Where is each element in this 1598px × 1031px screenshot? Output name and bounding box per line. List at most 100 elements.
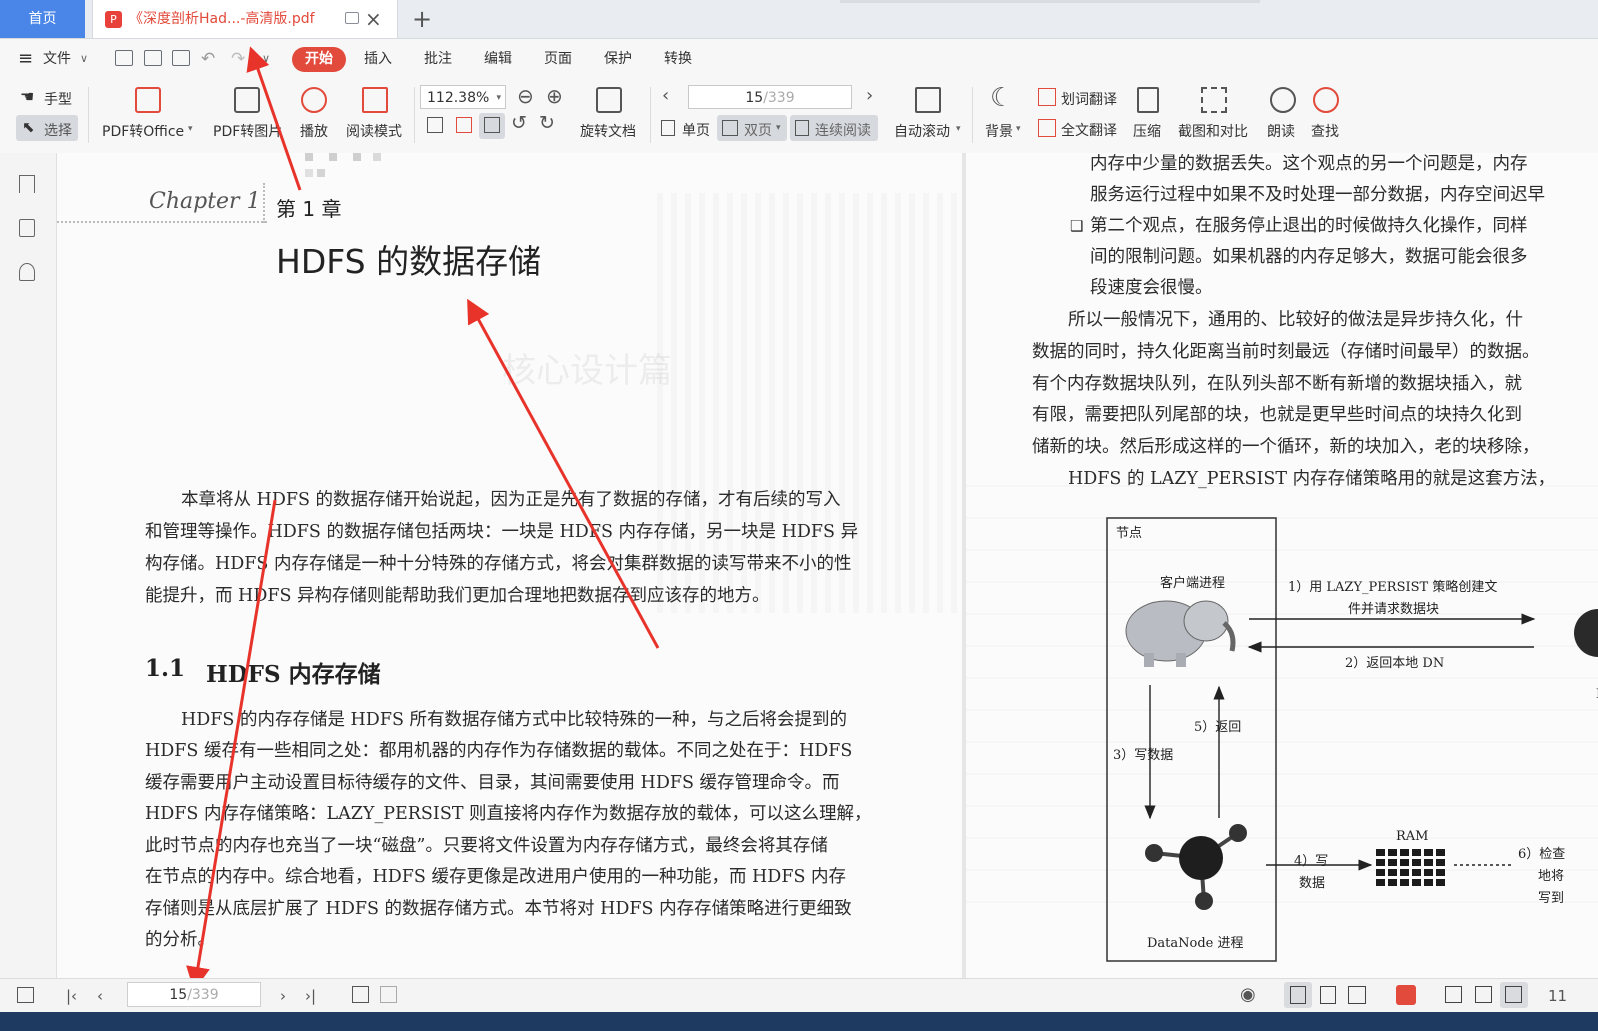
full-translate-icon xyxy=(1038,119,1056,137)
screenshot-compare-button[interactable]: 截图和对比 xyxy=(1178,121,1248,141)
background-dropdown-icon[interactable]: ▾ xyxy=(1016,124,1021,134)
status-page-current: 15 xyxy=(169,987,188,1003)
sidebar-toggle-icon[interactable] xyxy=(17,987,34,1003)
save-icon[interactable] xyxy=(144,50,162,66)
back-icon[interactable] xyxy=(352,986,369,1003)
cursor-icon: ⬉ xyxy=(22,118,35,136)
single-page-icon xyxy=(661,120,675,136)
tab-home[interactable]: 首页 xyxy=(0,0,85,38)
fit-page-icon[interactable] xyxy=(1475,986,1492,1003)
read-mode-button[interactable]: 阅读模式 xyxy=(346,121,402,141)
select-tool-button[interactable]: 选择 xyxy=(44,120,72,140)
first-page-icon[interactable]: |‹ xyxy=(66,987,77,1005)
zoom-out-icon[interactable]: ⊖ xyxy=(517,84,534,108)
print-icon[interactable] xyxy=(172,50,190,66)
annotation-icon[interactable] xyxy=(19,263,35,281)
fit-width-icon[interactable] xyxy=(484,117,500,133)
diagram-step1: 1）用 LAZY_PERSIST 策略创建文 xyxy=(1288,580,1498,595)
menu-convert[interactable]: 转换 xyxy=(664,39,692,79)
screenshot-compare-icon xyxy=(1201,87,1227,113)
menu-start[interactable]: 开始 xyxy=(292,47,346,72)
zoom-level-text[interactable]: 11 xyxy=(1548,987,1567,1005)
forward-icon[interactable] xyxy=(380,986,397,1003)
auto-scroll-button[interactable]: 自动滚动 xyxy=(894,121,950,141)
find-icon xyxy=(1313,87,1339,113)
compress-icon xyxy=(1137,87,1159,113)
prev-page-icon[interactable]: ‹ xyxy=(97,987,103,1005)
diagram-step4: 数据 xyxy=(1299,876,1326,891)
status-page-field[interactable]: 15/339 xyxy=(127,982,261,1007)
menu-page[interactable]: 页面 xyxy=(544,39,572,79)
continuous-read-icon xyxy=(795,120,809,136)
menu-protect[interactable]: 保护 xyxy=(604,39,632,79)
auto-scroll-icon xyxy=(915,87,941,113)
fit-width-icon[interactable] xyxy=(1505,986,1522,1003)
status-bar: |‹ ‹ 15/339 › ›| ◉ 11 xyxy=(0,978,1598,1012)
diagram-step1: 件并请求数据块 xyxy=(1348,602,1440,617)
diagram-ram-label: RAM xyxy=(1396,829,1429,844)
double-page-button[interactable]: 双页 xyxy=(744,120,772,140)
menu-edit[interactable]: 编辑 xyxy=(484,39,512,79)
dropdown-arrow-icon[interactable]: ▾ xyxy=(188,124,193,134)
pdf-page-right: 内存中少量的数据丢失。这个观点的另一个问题是，内存 服务运行过程中如果不及时处理… xyxy=(966,153,1598,978)
read-aloud-button[interactable]: 朗读 xyxy=(1267,121,1295,141)
zoom-dropdown-icon[interactable]: ▾ xyxy=(496,86,501,110)
rotate-right-icon[interactable]: ↻ xyxy=(539,112,555,134)
menu-annotate[interactable]: 批注 xyxy=(424,39,452,79)
full-translate-button[interactable]: 全文翻译 xyxy=(1061,120,1117,140)
open-folder-icon[interactable] xyxy=(115,50,133,66)
rotate-document-button[interactable]: 旋转文档 xyxy=(580,121,636,141)
find-button[interactable]: 查找 xyxy=(1311,121,1339,141)
tab-document[interactable]: P 《深度剖析Had...-高清版.pdf × xyxy=(92,0,398,38)
zoom-in-icon[interactable]: ⊕ xyxy=(546,84,563,108)
new-tab-button[interactable]: + xyxy=(412,0,432,38)
tabbar-decoration xyxy=(840,0,1260,3)
last-page-icon[interactable]: ›| xyxy=(305,987,316,1005)
next-page-icon[interactable]: › xyxy=(280,987,286,1005)
actual-size-icon[interactable] xyxy=(427,117,443,133)
play-button[interactable]: 播放 xyxy=(300,121,328,141)
rotate-left-icon[interactable]: ↺ xyxy=(511,112,527,134)
hand-tool-button[interactable]: 手型 xyxy=(44,89,72,109)
eye-protect-icon[interactable]: ◉ xyxy=(1240,984,1256,1005)
double-view-icon[interactable] xyxy=(1348,986,1366,1004)
status-page-total: /339 xyxy=(187,987,219,1003)
redo-icon[interactable]: ↷ xyxy=(231,39,245,79)
pin-icon[interactable] xyxy=(345,12,359,24)
menu-file[interactable]: 文件 xyxy=(43,39,71,79)
undo-icon[interactable]: ↶ xyxy=(201,39,215,79)
single-page-button[interactable]: 单页 xyxy=(682,120,710,140)
fit-page-icon[interactable] xyxy=(456,117,472,133)
page-current: 15 xyxy=(745,90,764,106)
word-translate-icon xyxy=(1038,88,1056,106)
page-number-field[interactable]: 15/339 xyxy=(688,85,852,109)
tab-close-button[interactable]: × xyxy=(365,0,382,38)
background-button[interactable]: 背景 xyxy=(985,121,1013,141)
separator xyxy=(972,87,973,143)
word-translate-button[interactable]: 划词翻译 xyxy=(1061,89,1117,109)
body-line: 的分析。 xyxy=(145,930,215,950)
zoom-field[interactable]: 112.38% ▾ xyxy=(420,85,506,109)
hamburger-icon[interactable]: ≡ xyxy=(18,39,33,79)
pdf-to-image-button[interactable]: PDF转图片 xyxy=(213,121,282,141)
prev-page-icon[interactable]: ‹ xyxy=(662,85,669,106)
continuous-read-button[interactable]: 连续阅读 xyxy=(815,120,871,140)
play-slideshow-icon[interactable] xyxy=(1396,985,1416,1005)
chevron-down-icon[interactable]: ∨ xyxy=(80,39,88,79)
body-line: 缓存需要用户主动设置目标待缓存的文件、目录，其间需要使用 HDFS 缓存管理命令… xyxy=(145,773,840,793)
tab-document-title: 《深度剖析Had...-高清版.pdf xyxy=(129,11,315,27)
quick-access-dropdown-icon[interactable]: ∨ xyxy=(262,39,270,79)
auto-scroll-dropdown-icon[interactable]: ▾ xyxy=(956,124,961,134)
continuous-view-icon[interactable] xyxy=(1290,986,1306,1004)
intro-line: 构存储。HDFS 内存存储是一种十分特殊的存储方式，将会对集群数据的读写带来不小… xyxy=(145,554,852,574)
bookmark-icon[interactable] xyxy=(19,175,35,193)
next-page-icon[interactable]: › xyxy=(866,85,873,106)
pdf-to-office-button[interactable]: PDF转Office xyxy=(102,121,184,141)
compress-button[interactable]: 压缩 xyxy=(1133,121,1161,141)
double-page-dropdown-icon[interactable]: ▾ xyxy=(776,123,781,133)
actual-size-icon[interactable] xyxy=(1445,986,1462,1003)
menu-insert[interactable]: 插入 xyxy=(364,39,392,79)
hand-icon: ☚ xyxy=(20,87,35,106)
single-view-icon[interactable] xyxy=(1320,986,1336,1004)
thumbnail-icon[interactable] xyxy=(19,219,35,237)
